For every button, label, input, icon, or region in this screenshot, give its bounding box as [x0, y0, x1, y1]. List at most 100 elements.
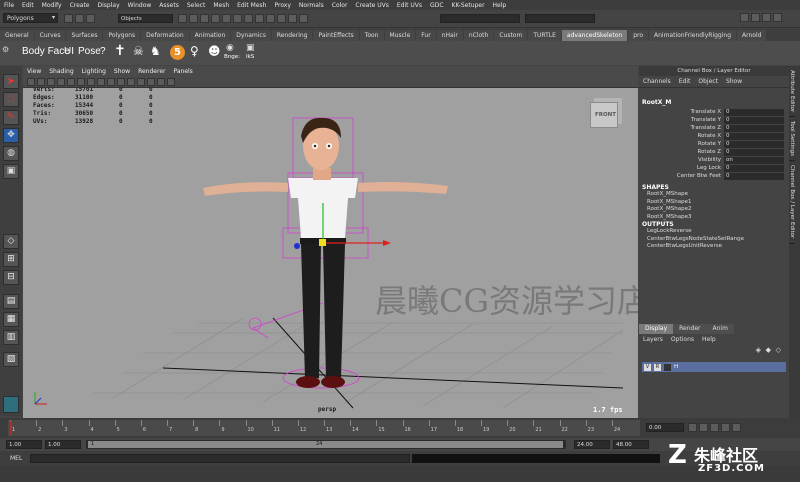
- shelf-tab-toon[interactable]: Toon: [359, 30, 384, 41]
- menu-create[interactable]: Create: [66, 2, 94, 9]
- lights-icon[interactable]: [137, 78, 145, 86]
- shelf-tab-custom[interactable]: Custom: [494, 30, 528, 41]
- playback-end-field[interactable]: 24.00: [574, 440, 610, 449]
- layout-hypershade-icon[interactable]: ▥: [3, 330, 19, 345]
- layer-tab-anim[interactable]: Anim: [706, 324, 734, 334]
- chevron-down-icon[interactable]: ▾: [52, 14, 55, 21]
- shelf-tab-deformation[interactable]: Deformation: [141, 30, 189, 41]
- selection-field[interactable]: Objects: [118, 14, 173, 23]
- channel-box-icon[interactable]: [762, 13, 771, 22]
- layer-color-icon[interactable]: ◇: [776, 346, 781, 354]
- menu-edit-uvs[interactable]: Edit UVs: [393, 2, 426, 9]
- snap-point-icon[interactable]: [233, 14, 242, 23]
- select-hierarchy-icon[interactable]: [178, 14, 187, 23]
- viewport-menu-renderer[interactable]: Renderer: [134, 68, 169, 75]
- menu-proxy[interactable]: Proxy: [270, 2, 294, 9]
- menu-assets[interactable]: Assets: [155, 2, 183, 9]
- viewport-menu-lighting[interactable]: Lighting: [78, 68, 110, 75]
- time-slider[interactable]: 1 2 3 4 5 6 7 8 9 10 11 12 13 14 15 16 17 18 19 20 21 22 23 24 …: [0, 418, 800, 438]
- side-tab-tool-settings[interactable]: Tool Settings: [789, 117, 795, 162]
- attribute-name[interactable]: Rotate Z: [639, 149, 724, 155]
- pose-button[interactable]: Pose: [78, 46, 101, 57]
- start-time-field[interactable]: 1.00: [6, 440, 42, 449]
- shelf-tab-animation[interactable]: Animation: [189, 30, 231, 41]
- snap-curve-icon[interactable]: [222, 14, 231, 23]
- badge-five-button[interactable]: 5: [170, 45, 185, 60]
- input-line-field[interactable]: [525, 14, 595, 23]
- shelf-tab-pro[interactable]: pro: [628, 30, 649, 41]
- current-time-marker[interactable]: [10, 421, 12, 435]
- viewport-persp[interactable]: Verts: 15701 0 0 Edges: 31100 0 0 Faces: 15344 0 0 T…: [23, 88, 638, 418]
- menu-select[interactable]: Select: [183, 2, 210, 9]
- attribute-row[interactable]: Visibility on: [639, 156, 789, 164]
- safe-action-icon[interactable]: [97, 78, 105, 86]
- play-back-icon[interactable]: [710, 423, 719, 432]
- resolution-gate-icon[interactable]: [87, 78, 95, 86]
- play-forward-icon[interactable]: [721, 423, 730, 432]
- shelf-tab-surfaces[interactable]: Surfaces: [66, 30, 103, 41]
- channel-box-menu-show[interactable]: Show: [722, 78, 746, 85]
- menu-normals[interactable]: Normals: [295, 2, 328, 9]
- layer-tab-render[interactable]: Render: [673, 324, 707, 334]
- attribute-name[interactable]: Rotate Y: [639, 141, 724, 147]
- snap-view-icon[interactable]: [244, 14, 253, 23]
- step-forward-icon[interactable]: [732, 423, 741, 432]
- attribute-name[interactable]: Translate X: [639, 109, 724, 115]
- attribute-row[interactable]: Translate X0: [639, 108, 789, 116]
- attribute-name[interactable]: Visibility: [639, 157, 724, 163]
- range-slider[interactable]: 1 24: [86, 440, 566, 449]
- hypershade-icon[interactable]: [299, 14, 308, 23]
- textured-icon[interactable]: [127, 78, 135, 86]
- smooth-shade-icon[interactable]: [117, 78, 125, 86]
- menu-modify[interactable]: Modify: [38, 2, 66, 9]
- scale-tool-icon[interactable]: ▣: [3, 164, 19, 179]
- command-input[interactable]: [30, 454, 410, 463]
- viewport-menu-show[interactable]: Show: [110, 68, 134, 75]
- step-back-icon[interactable]: [699, 423, 708, 432]
- tool-b-icon[interactable]: ◉: [226, 43, 234, 53]
- menu-gdc[interactable]: GDC: [426, 2, 447, 9]
- shelf-tab-advancedskeleton[interactable]: advancedSkeleton: [561, 30, 628, 41]
- attribute-row[interactable]: Translate Y0: [639, 116, 789, 124]
- new-layer-icon[interactable]: ◈: [756, 346, 761, 354]
- shelf-tab-dynamics[interactable]: Dynamics: [231, 30, 271, 41]
- end-time-field[interactable]: 48.00: [613, 440, 649, 449]
- open-scene-icon[interactable]: [75, 14, 84, 23]
- tool-ik-icon[interactable]: ▣: [246, 43, 255, 53]
- shelf-tab-general[interactable]: General: [0, 30, 34, 41]
- menu-color[interactable]: Color: [328, 2, 352, 9]
- attribute-row[interactable]: Rotate X0: [639, 132, 789, 140]
- side-tab-channel-box-layer-editor[interactable]: Channel Box / Layer Editor: [789, 161, 795, 244]
- camera-select-icon[interactable]: [27, 78, 35, 86]
- attribute-name[interactable]: Leg Lock: [639, 165, 724, 171]
- layer-menu-options[interactable]: Options: [667, 336, 698, 343]
- shelf-tab-rendering[interactable]: Rendering: [271, 30, 313, 41]
- layout-two-icon[interactable]: ⊟: [3, 270, 19, 285]
- layer-reference-toggle[interactable]: R: [654, 363, 661, 371]
- attribute-name[interactable]: Rotate X: [639, 133, 724, 139]
- attribute-name[interactable]: Center Btw Feet: [639, 173, 724, 179]
- history-icon[interactable]: [255, 14, 264, 23]
- layer-row[interactable]: V R H: [642, 362, 786, 372]
- new-scene-icon[interactable]: [64, 14, 73, 23]
- walk-figure-icon[interactable]: ♞: [150, 44, 161, 58]
- paint-select-tool-icon[interactable]: ✎: [3, 110, 19, 125]
- shelf-tab-ncloth[interactable]: nCloth: [463, 30, 494, 41]
- layer-tab-display[interactable]: Display: [639, 324, 674, 334]
- shadows-icon[interactable]: [147, 78, 155, 86]
- body-face-button[interactable]: Body Face: [22, 46, 70, 57]
- side-tab-attribute-editor[interactable]: Attribute Editor: [789, 66, 795, 118]
- channel-box-menu-object[interactable]: Object: [694, 78, 722, 85]
- viewport-menu-panels[interactable]: Panels: [169, 68, 196, 75]
- output-item[interactable]: CenterBtwLegsUnitReverse: [639, 243, 789, 251]
- mel-label[interactable]: MEL: [10, 455, 22, 462]
- new-selected-layer-icon[interactable]: ◆: [766, 346, 771, 354]
- layout-outliner-icon[interactable]: ▦: [3, 312, 19, 327]
- attribute-name[interactable]: Translate Y: [639, 117, 724, 123]
- attribute-row[interactable]: Center Btw Feet 0: [639, 172, 789, 180]
- mode-dropdown[interactable]: Polygons: [3, 13, 58, 23]
- attribute-row[interactable]: Rotate Y0: [639, 140, 789, 148]
- render-icon[interactable]: [266, 14, 275, 23]
- attribute-row[interactable]: Translate Z0: [639, 124, 789, 132]
- select-object-icon[interactable]: [189, 14, 198, 23]
